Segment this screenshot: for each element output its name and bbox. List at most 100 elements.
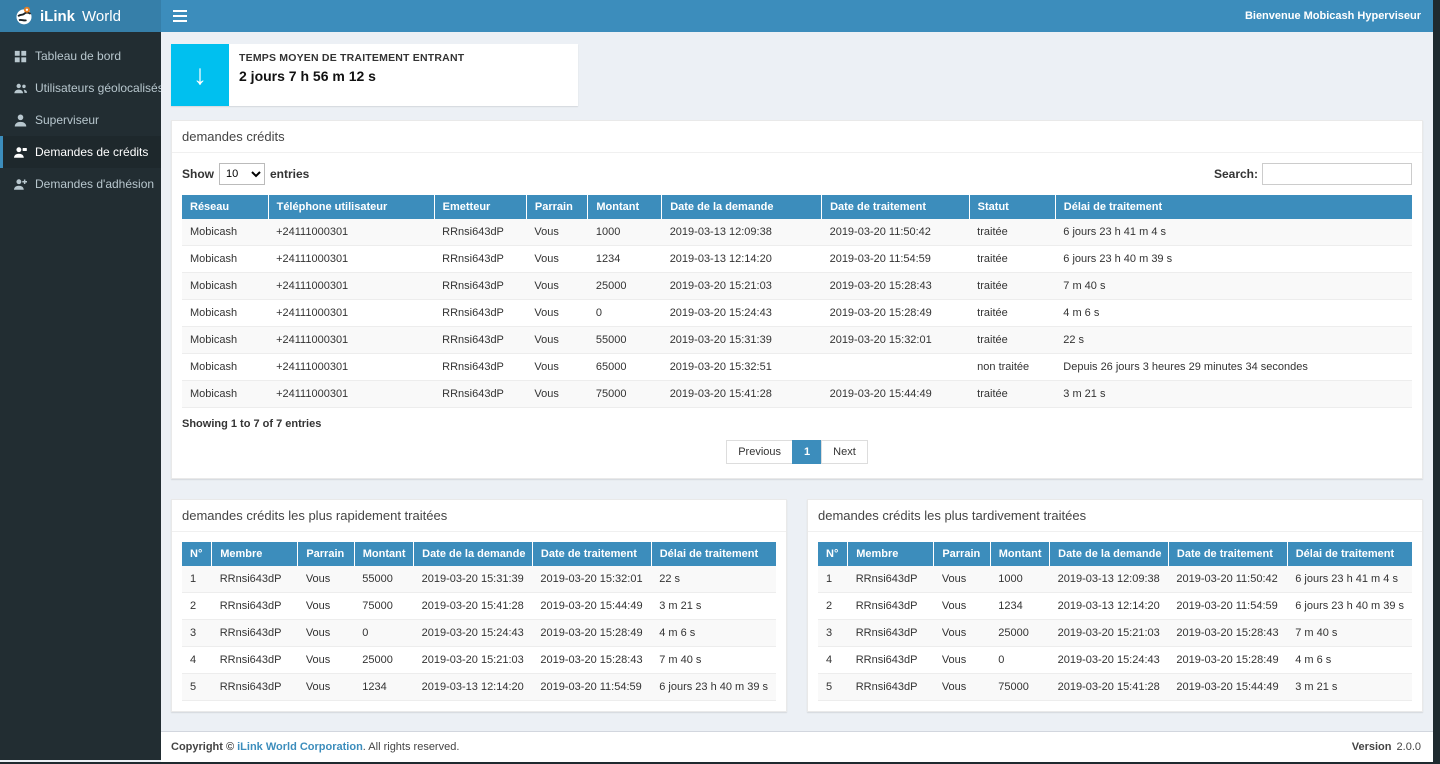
slowest-table-body: 1RRnsi643dPVous10002019-03-13 12:09:3820…	[818, 566, 1412, 701]
sidebar-item-tableau-de-bord[interactable]: Tableau de bord	[0, 40, 161, 72]
column-header[interactable]: Date de la demande	[414, 542, 533, 566]
column-header[interactable]: Parrain	[934, 542, 990, 566]
table-cell: RRnsi643dP	[434, 327, 526, 354]
pagination-previous-button[interactable]: Previous	[726, 440, 793, 464]
table-cell: 2019-03-13 12:14:20	[662, 246, 822, 273]
table-cell: 1234	[354, 674, 413, 701]
table-cell: 2019-03-20 15:21:03	[414, 647, 533, 674]
column-header[interactable]: Date de traitement	[1168, 542, 1287, 566]
table-row: Mobicash+24111000301RRnsi643dPVous750002…	[182, 381, 1412, 408]
table-cell: RRnsi643dP	[434, 273, 526, 300]
sidebar-item-demandes-de-credits[interactable]: Demandes de crédits	[0, 136, 161, 168]
brand-logo[interactable]: iLink World	[0, 0, 161, 32]
search-control: Search:	[1214, 163, 1412, 185]
table-cell: RRnsi643dP	[434, 354, 526, 381]
table-cell: traitée	[969, 273, 1055, 300]
table-row: 5RRnsi643dPVous12342019-03-13 12:14:2020…	[182, 674, 776, 701]
sidebar-item-demandes-adhesion[interactable]: Demandes d'adhésion	[0, 168, 161, 200]
column-header[interactable]: Réseau	[182, 195, 268, 219]
table-cell: Vous	[526, 327, 588, 354]
brand-name-light: World	[82, 8, 121, 25]
column-header[interactable]: Emetteur	[434, 195, 526, 219]
column-header[interactable]: Membre	[212, 542, 298, 566]
table-cell: 1000	[588, 219, 662, 246]
pagination-page-1-button[interactable]: 1	[792, 440, 822, 464]
sidebar-item-superviseur[interactable]: Superviseur	[0, 104, 161, 136]
credits-table: RéseauTéléphone utilisateurEmetteurParra…	[182, 195, 1412, 408]
column-header[interactable]: Date de traitement	[822, 195, 970, 219]
table-cell: +24111000301	[268, 327, 434, 354]
table-cell: 6 jours 23 h 40 m 39 s	[1055, 246, 1412, 273]
table-cell: Vous	[526, 300, 588, 327]
column-header[interactable]: Statut	[969, 195, 1055, 219]
avg-processing-time-infobox: ↓ TEMPS MOYEN DE TRAITEMENT ENTRANT 2 jo…	[171, 44, 578, 106]
table-cell: traitée	[969, 219, 1055, 246]
supervisor-icon	[14, 114, 27, 127]
column-header[interactable]: Date de la demande	[1050, 542, 1169, 566]
company-link[interactable]: iLink World Corporation	[237, 741, 363, 753]
table-cell: 2019-03-20 11:50:42	[1168, 566, 1287, 593]
table-cell: RRnsi643dP	[212, 620, 298, 647]
ilink-globe-icon	[14, 6, 34, 26]
table-cell: Vous	[298, 566, 354, 593]
table-cell: Mobicash	[182, 381, 268, 408]
table-cell: RRnsi643dP	[212, 674, 298, 701]
footer-copyright: Copyright ©iLink World Corporation. All …	[171, 741, 459, 753]
table-cell	[822, 354, 970, 381]
table-cell: +24111000301	[268, 381, 434, 408]
table-row: 4RRnsi643dPVous250002019-03-20 15:21:032…	[182, 647, 776, 674]
table-cell: 4	[182, 647, 212, 674]
column-header[interactable]: Date de la demande	[662, 195, 822, 219]
column-header[interactable]: N°	[818, 542, 848, 566]
column-header[interactable]: Téléphone utilisateur	[268, 195, 434, 219]
column-header[interactable]: N°	[182, 542, 212, 566]
pagination: Previous 1 Next	[182, 440, 1412, 464]
column-header[interactable]: Montant	[354, 542, 413, 566]
table-row: 1RRnsi643dPVous550002019-03-20 15:31:392…	[182, 566, 776, 593]
column-header[interactable]: Délai de traitement	[1055, 195, 1412, 219]
column-header[interactable]: Délai de traitement	[651, 542, 776, 566]
footer: Copyright ©iLink World Corporation. All …	[161, 731, 1433, 762]
table-cell: 1	[818, 566, 848, 593]
search-input[interactable]	[1262, 163, 1412, 185]
sidebar-toggle-button[interactable]	[161, 0, 199, 32]
table-cell: traitée	[969, 381, 1055, 408]
column-header[interactable]: Délai de traitement	[1287, 542, 1412, 566]
panel-title: demandes crédits les plus tardivement tr…	[808, 500, 1422, 532]
column-header[interactable]: Montant	[588, 195, 662, 219]
table-cell: 3 m 21 s	[1055, 381, 1412, 408]
table-cell: 2019-03-20 15:21:03	[662, 273, 822, 300]
sidebar-item-utilisateurs-geolocalises[interactable]: Utilisateurs géolocalisés	[0, 72, 161, 104]
membership-requests-icon	[14, 178, 27, 191]
column-header[interactable]: Parrain	[298, 542, 354, 566]
fastest-table-head: N°MembreParrainMontantDate de la demande…	[182, 542, 776, 566]
pagination-next-button[interactable]: Next	[821, 440, 868, 464]
column-header[interactable]: Montant	[990, 542, 1049, 566]
table-cell: RRnsi643dP	[434, 219, 526, 246]
table-cell: 4 m 6 s	[1055, 300, 1412, 327]
table-cell: Depuis 26 jours 3 heures 29 minutes 34 s…	[1055, 354, 1412, 381]
column-header[interactable]: Membre	[848, 542, 934, 566]
table-cell: RRnsi643dP	[212, 647, 298, 674]
panel-body: N°MembreParrainMontantDate de la demande…	[172, 532, 786, 711]
table-cell: 2019-03-20 15:28:49	[532, 620, 651, 647]
table-cell: 0	[354, 620, 413, 647]
panel-title: demandes crédits les plus rapidement tra…	[172, 500, 786, 532]
table-cell: 2019-03-20 15:41:28	[414, 593, 533, 620]
slowest-processed-panel: demandes crédits les plus tardivement tr…	[807, 499, 1423, 712]
table-cell: 4 m 6 s	[651, 620, 776, 647]
sidebar-item-label: Tableau de bord	[35, 49, 121, 63]
table-cell: RRnsi643dP	[848, 566, 934, 593]
page-length-select[interactable]: 10	[219, 163, 265, 185]
column-header[interactable]: Date de traitement	[532, 542, 651, 566]
table-cell: 1234	[990, 593, 1049, 620]
table-cell: RRnsi643dP	[848, 647, 934, 674]
table-cell: 2019-03-20 15:41:28	[662, 381, 822, 408]
table-row: 2RRnsi643dPVous750002019-03-20 15:41:282…	[182, 593, 776, 620]
table-cell: 2019-03-20 15:44:49	[822, 381, 970, 408]
column-header[interactable]: Parrain	[526, 195, 588, 219]
table-cell: 3 m 21 s	[651, 593, 776, 620]
infobox-label: TEMPS MOYEN DE TRAITEMENT ENTRANT	[239, 52, 464, 64]
brand-name-bold: iLink	[40, 8, 75, 25]
table-cell: 2019-03-20 15:24:43	[662, 300, 822, 327]
